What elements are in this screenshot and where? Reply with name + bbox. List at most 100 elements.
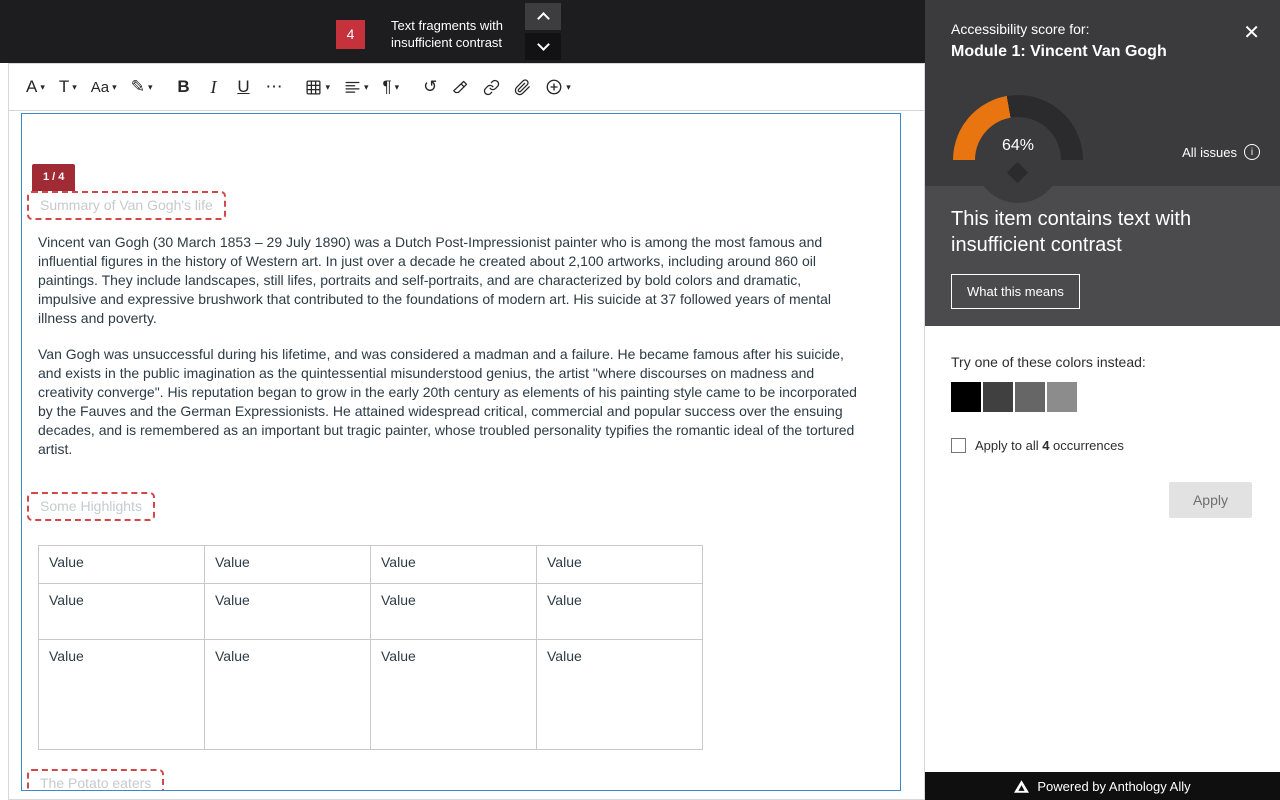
table-cell: Value: [39, 640, 205, 750]
remediation-section: Try one of these colors instead: Apply t…: [925, 326, 1280, 772]
table-cell: Value: [537, 584, 703, 640]
what-this-means-button[interactable]: What this means: [951, 274, 1080, 309]
apply-all-row: Apply to all 4 occurrences: [951, 438, 1280, 453]
gauge-hole: [975, 117, 1061, 203]
insert-content-button[interactable]: ▾: [538, 70, 578, 104]
issue-label-line1: Text fragments with: [391, 17, 503, 34]
table-cell: Value: [205, 640, 371, 750]
ally-accessibility-panel: Accessibility score for: Module 1: Vince…: [925, 0, 1280, 800]
chevron-down-icon: ▾: [325, 82, 330, 93]
insert-table-button[interactable]: ▾: [298, 70, 337, 104]
text-color-button[interactable]: A▾: [19, 70, 52, 104]
underline-button[interactable]: U: [228, 70, 258, 104]
more-formatting-button[interactable]: ⋯: [258, 70, 289, 104]
font-size-button[interactable]: Aa▾: [84, 70, 124, 104]
footer-label: Powered by Anthology Ally: [1037, 779, 1190, 794]
previous-issue-button[interactable]: [525, 3, 561, 30]
module-title: Module 1: Vincent Van Gogh: [951, 43, 1167, 61]
undo-icon: ↺: [423, 77, 437, 97]
table-cell: Value: [537, 640, 703, 750]
paragraph-van-gogh-legacy: Van Gogh was unsuccessful during his lif…: [38, 345, 860, 459]
accessibility-score-gauge: 64%: [953, 95, 1083, 161]
table-cell: Value: [371, 584, 537, 640]
score-label: Accessibility score for:: [951, 21, 1089, 37]
table-icon: [305, 79, 322, 96]
highlights-table: Value Value Value Value Value Value Valu…: [38, 545, 703, 750]
paragraph-van-gogh-bio: Vincent van Gogh (30 March 1853 – 29 Jul…: [38, 233, 860, 328]
text-style-icon: T: [59, 77, 69, 97]
alignment-button[interactable]: ▾: [337, 70, 376, 104]
highlight-color-button[interactable]: ✎▾: [124, 70, 160, 104]
highlight-icon: ✎: [131, 77, 145, 97]
plus-circle-icon: [545, 78, 563, 96]
bold-icon: B: [177, 77, 189, 97]
anthology-ally-logo-icon: [1014, 780, 1029, 793]
all-issues-button[interactable]: All issues i: [1182, 144, 1260, 160]
color-swatch-gray[interactable]: [1015, 382, 1045, 412]
chevron-down-icon: ▾: [112, 82, 117, 93]
paragraph-format-button[interactable]: ¶▾: [376, 70, 407, 104]
table-cell: Value: [205, 584, 371, 640]
editor-content-area[interactable]: 1 / 4 Summary of Van Gogh's life Vincent…: [21, 113, 901, 791]
eraser-icon: [452, 79, 469, 96]
issue-summary: 4 Text fragments with insufficient contr…: [336, 17, 503, 51]
paragraph-icon: ¶: [383, 77, 392, 97]
close-icon[interactable]: ✕: [1243, 20, 1260, 45]
color-swatch-black[interactable]: [951, 382, 981, 412]
align-left-icon: [344, 79, 361, 96]
chevron-down-icon: [537, 38, 550, 51]
score-value: 64%: [953, 137, 1083, 155]
chevron-up-icon: [537, 12, 550, 25]
table-row: Value Value Value Value: [39, 640, 703, 750]
table-cell: Value: [205, 546, 371, 584]
apply-all-label: Apply to all 4 occurrences: [975, 438, 1124, 453]
chevron-down-icon: ▾: [40, 82, 45, 93]
next-issue-button[interactable]: [525, 33, 561, 60]
chevron-down-icon: ▾: [395, 82, 400, 93]
table-row: Value Value Value Value: [39, 546, 703, 584]
text-style-button[interactable]: T▾: [52, 70, 84, 104]
insert-link-button[interactable]: [476, 70, 507, 104]
link-icon: [483, 79, 500, 96]
italic-icon: I: [210, 77, 216, 98]
issue-pager: [525, 3, 561, 60]
chevron-down-icon: ▾: [72, 82, 77, 93]
info-icon: i: [1244, 144, 1260, 160]
chevron-down-icon: ▾: [566, 82, 571, 93]
issue-label: Text fragments with insufficient contras…: [391, 17, 503, 51]
underline-icon: U: [237, 77, 249, 97]
try-colors-label: Try one of these colors instead:: [951, 326, 1280, 370]
issue-label-line2: insufficient contrast: [391, 34, 503, 51]
panel-header: Accessibility score for: Module 1: Vince…: [925, 0, 1280, 186]
editor-toolbar: A▾ T▾ Aa▾ ✎▾ B I U ⋯ ▾ ▾ ¶▾ ↺ ▾: [9, 64, 924, 111]
panel-footer: Powered by Anthology Ally: [925, 772, 1280, 800]
chevron-down-icon: ▾: [364, 82, 369, 93]
apply-button[interactable]: Apply: [1169, 482, 1252, 518]
italic-button[interactable]: I: [198, 70, 228, 104]
table-cell: Value: [537, 546, 703, 584]
flagged-fragment-summary-heading[interactable]: Summary of Van Gogh's life: [27, 191, 226, 220]
color-swatch-group: [951, 382, 1280, 412]
table-cell: Value: [39, 546, 205, 584]
table-cell: Value: [371, 546, 537, 584]
bold-button[interactable]: B: [168, 70, 198, 104]
issue-count-badge: 4: [336, 20, 365, 49]
color-swatch-light-gray[interactable]: [1047, 382, 1077, 412]
ellipsis-icon: ⋯: [265, 77, 282, 97]
rich-text-editor: A▾ T▾ Aa▾ ✎▾ B I U ⋯ ▾ ▾ ¶▾ ↺ ▾ 1 / 4 Su…: [8, 63, 925, 800]
chevron-down-icon: ▾: [148, 82, 153, 93]
table-cell: Value: [371, 640, 537, 750]
flagged-fragment-highlights-heading[interactable]: Some Highlights: [27, 492, 155, 521]
attach-file-button[interactable]: [507, 70, 538, 104]
flagged-fragment-potato-heading[interactable]: The Potato eaters: [27, 769, 164, 791]
apply-all-checkbox[interactable]: [951, 438, 966, 453]
paperclip-icon: [514, 79, 531, 96]
table-row: Value Value Value Value: [39, 584, 703, 640]
color-swatch-dark-gray[interactable]: [983, 382, 1013, 412]
fragment-counter-badge: 1 / 4: [32, 164, 75, 191]
clear-formatting-button[interactable]: [445, 70, 476, 104]
table-cell: Value: [39, 584, 205, 640]
text-color-icon: A: [26, 77, 37, 97]
undo-button[interactable]: ↺: [415, 70, 445, 104]
font-size-icon: Aa: [91, 79, 109, 96]
